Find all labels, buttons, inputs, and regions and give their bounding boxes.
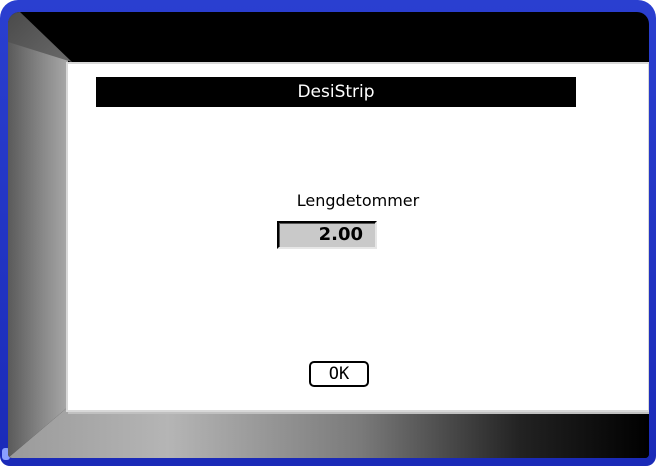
display-screen: DesiStrip Lengdetommer 2.00 OK — [8, 12, 649, 458]
length-field-label: Lengdetommer — [296, 191, 420, 210]
screen-bottom-floor — [8, 407, 649, 458]
device-display: DesiStrip Lengdetommer 2.00 OK — [0, 0, 656, 466]
length-value-field[interactable]: 2.00 — [277, 221, 377, 249]
dialog-panel: DesiStrip Lengdetommer 2.00 OK — [66, 62, 649, 412]
ok-button[interactable]: OK — [309, 361, 369, 387]
dialog-title: DesiStrip — [96, 77, 576, 107]
screen-left-wall — [8, 12, 68, 458]
